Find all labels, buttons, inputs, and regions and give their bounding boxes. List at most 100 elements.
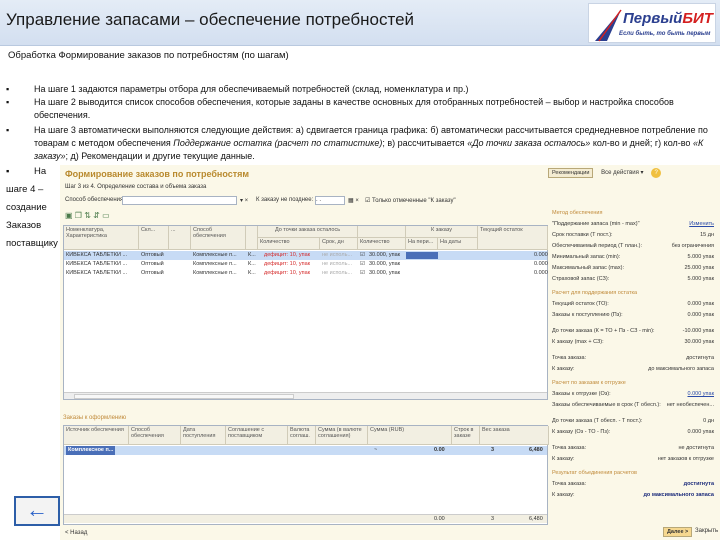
check-all-icon[interactable]: ▣: [65, 211, 73, 220]
table-toolbar: ▣ ❐ ⇅ ⇵ ▭: [65, 211, 110, 220]
panel-value: -10.000 упак: [682, 328, 714, 334]
col-days[interactable]: Срок, дн: [320, 238, 358, 250]
panel-label: К заказу (max + СЗ):: [552, 339, 604, 345]
panel-value: без ограничения: [671, 243, 714, 249]
cell-rest: 0.000: [534, 261, 548, 267]
orders-col[interactable]: Валюта соглаш.: [288, 426, 316, 445]
orders-col[interactable]: Вес заказа: [480, 426, 549, 445]
panel-value[interactable]: Изменить: [689, 221, 714, 227]
toolbar-right: Рекомендации Все действия ▾ ?: [548, 168, 662, 178]
panel-label: Страховой запас (СЗ):: [552, 276, 610, 282]
cell-days: не исполь...: [322, 270, 353, 276]
sort-asc-icon[interactable]: ⇅: [84, 211, 91, 220]
step4-marker: ▪: [6, 166, 10, 177]
slide-title: Управление запасами – обеспечение потреб…: [6, 10, 415, 29]
cell-rest: 0.000: [534, 270, 548, 276]
orders-col[interactable]: Сумма (RUB): [368, 426, 452, 445]
col-method[interactable]: Способ обеспечения: [191, 226, 246, 250]
cell-item: КИВЕКСА ТАБЛЕТКИ ...: [66, 261, 128, 267]
order-checkbox[interactable]: ☑: [360, 251, 365, 260]
col-stock[interactable]: Скл...: [139, 226, 169, 250]
cell-qty: дефицит: 10, упак: [264, 252, 311, 258]
cell-days: не исполь...: [322, 261, 353, 267]
panel-label: До точки заказа (Т обесп. - Т пост.):: [552, 418, 643, 424]
cell-order: 30.000, упак: [369, 270, 401, 276]
cell-qty: дефицит: 10, упак: [264, 270, 311, 276]
order-checkbox[interactable]: ☑: [360, 260, 365, 269]
panel-value: 5.000 упак: [687, 254, 715, 260]
panel-label: Максимальный запас (max):: [552, 265, 624, 271]
panel-label: Точка заказа:: [552, 445, 587, 451]
table-row[interactable]: КИВЕКСА ТАБЛЕТКИ ... Оптовый Комплексные п…: [64, 260, 548, 269]
logo-name-b: БИТ: [682, 10, 713, 27]
back-arrow-button[interactable]: ←: [14, 496, 60, 526]
orders-section-label: Заказы к оформлению: [63, 415, 127, 421]
panel-value: 5.000 упак: [687, 276, 715, 282]
all-actions-menu[interactable]: Все действия ▾: [601, 170, 643, 176]
orders-row[interactable]: Комплексное п... ~ 0.00 3 6,480: [64, 446, 547, 455]
panel-value: до максимального запаса: [643, 492, 714, 498]
total-sum: 0.00: [434, 516, 445, 522]
panel-label: Точка заказа:: [552, 481, 587, 487]
col-order-qty[interactable]: Количество: [358, 238, 406, 250]
panel-value: 0 дн: [703, 418, 714, 424]
table-row[interactable]: КИВЕКСА ТАБЛЕТКИ ... Оптовый Комплексные п…: [64, 251, 548, 260]
orders-col[interactable]: Строк в заказе: [452, 426, 480, 445]
horizontal-scrollbar[interactable]: [64, 392, 547, 399]
panel-label: Обеспечиваемый период (Т план.):: [552, 243, 643, 249]
col-mark[interactable]: [358, 226, 406, 238]
cell-qty: дефицит: 10, упак: [264, 261, 311, 267]
arrow-left-icon: ←: [26, 497, 48, 522]
bullet-text: На шаге 1 задаются параметры отбора для …: [34, 84, 469, 94]
copy-icon[interactable]: ❐: [75, 211, 82, 220]
col-qty[interactable]: Количество: [258, 238, 320, 250]
total-weight: 6,480: [529, 516, 543, 522]
t5: кол-во и дней; г) кол-во: [590, 138, 693, 148]
cell-order: 30.000, упак: [369, 252, 401, 258]
calendar-icon[interactable]: ▦ ×: [348, 197, 359, 204]
order-date-input[interactable]: . .: [315, 196, 345, 205]
sort-desc-icon[interactable]: ⇵: [93, 211, 100, 220]
slide-title-bar: Управление запасами – обеспечение потреб…: [0, 0, 720, 46]
col-rest[interactable]: Текущий остаток: [478, 226, 548, 250]
col-to-order[interactable]: К заказу: [406, 226, 478, 238]
t4: «До точки заказа осталось»: [467, 138, 591, 148]
cell-rest: 0.000: [534, 252, 548, 258]
col-extra[interactable]: ...: [169, 226, 191, 250]
order-checkbox[interactable]: ☑: [360, 269, 365, 278]
panel-label: К заказу:: [552, 366, 575, 372]
order-date-label: К заказу не позднее:: [256, 197, 314, 203]
print-icon[interactable]: ▭: [102, 211, 110, 220]
panel-section: Расчет по заказам к отгрузке: [552, 380, 626, 386]
orders-col[interactable]: Соглашение с поставщиком: [226, 426, 288, 445]
col-k[interactable]: [246, 226, 258, 250]
panel-label: "Поддержание запаса (min - max)": [552, 221, 640, 227]
table-row[interactable]: КИВЕКСА ТАБЛЕТКИ ... Оптовый Комплексные п…: [64, 269, 548, 278]
bullet-marker: ▪: [6, 125, 10, 135]
recommendations-button[interactable]: Рекомендации: [548, 168, 594, 178]
scroll-thumb[interactable]: [74, 394, 294, 399]
only-marked-checkbox[interactable]: ☑ Только отмеченные "К заказу": [365, 197, 456, 204]
period-cell-selected[interactable]: [406, 252, 438, 259]
next-button[interactable]: Далее >: [663, 527, 693, 537]
t2: Поддержание остатка (расчет по статистик…: [173, 138, 383, 148]
orders-col[interactable]: Способ обеспечения: [129, 426, 181, 445]
col-dates[interactable]: На даты: [438, 238, 478, 250]
orders-col[interactable]: Дата поступления: [181, 426, 226, 445]
orders-col[interactable]: Сумма (в валюте соглашения): [316, 426, 368, 445]
panel-value: нет заказов к отгрузке: [657, 456, 714, 462]
col-item[interactable]: Номенклатура, Характеристика: [64, 226, 139, 250]
method-input[interactable]: [122, 196, 237, 205]
step4-line: На: [34, 166, 47, 177]
col-period[interactable]: На пери...: [406, 238, 438, 250]
orders-col[interactable]: Источник обеспечения: [64, 426, 129, 445]
panel-label: К заказу (Оз - ТО - Пз):: [552, 429, 611, 435]
panel-section: Результат объединения расчетов: [552, 470, 637, 476]
close-button[interactable]: Закрыть: [695, 528, 718, 534]
panel-value[interactable]: 0.000 упак: [688, 391, 715, 397]
method-clear-icon[interactable]: ▾ ×: [240, 197, 248, 204]
panel-label: Заказы обеспечиваемые в срок (Т обесп.):: [552, 402, 661, 408]
col-to-order-point[interactable]: До точки заказа осталось: [258, 226, 358, 238]
help-icon[interactable]: ?: [651, 168, 662, 178]
back-link[interactable]: < Назад: [65, 530, 87, 536]
